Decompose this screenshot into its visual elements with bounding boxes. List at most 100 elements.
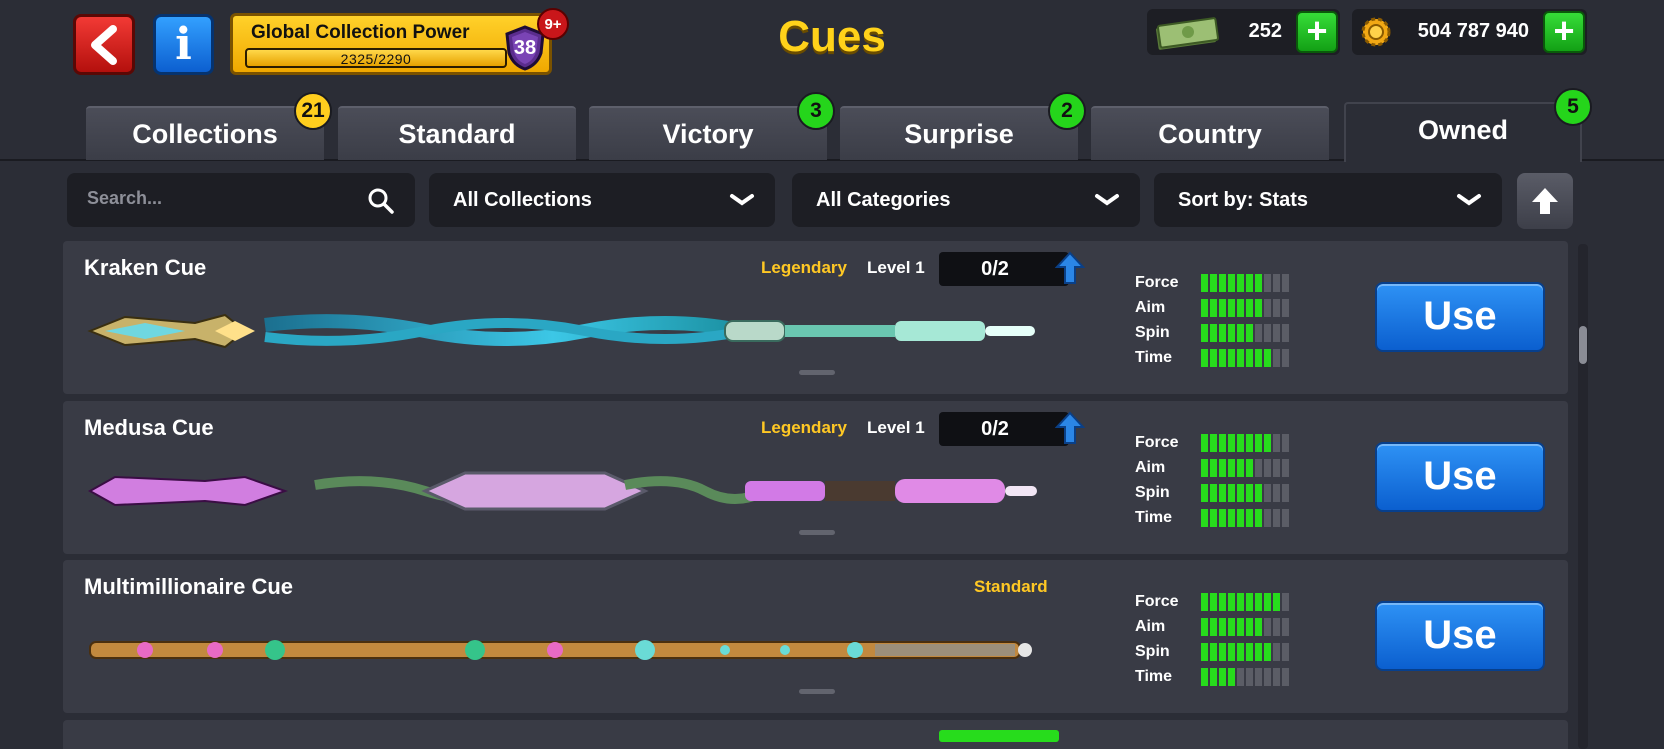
stat-segment — [1264, 509, 1271, 527]
search-box[interactable] — [67, 173, 415, 227]
stat-label: Time — [1135, 509, 1173, 526]
cue-list[interactable]: Kraken Cue Legendary Level 1 0/2 Force Aim — [0, 240, 1664, 749]
stat-segment — [1237, 618, 1244, 636]
upgrade-arrow-icon[interactable] — [1055, 411, 1085, 445]
add-coins-button[interactable]: + — [1543, 11, 1585, 53]
add-cash-button[interactable]: + — [1296, 11, 1338, 53]
list-item[interactable]: Kraken Cue Legendary Level 1 0/2 Force Aim — [63, 241, 1568, 394]
use-button[interactable]: Use — [1375, 601, 1545, 671]
stat-segment — [1255, 274, 1262, 292]
stat-segment — [1201, 299, 1208, 317]
stat-segment — [1228, 274, 1235, 292]
upgrade-arrow-icon[interactable] — [1055, 251, 1085, 285]
stat-segment — [1219, 324, 1226, 342]
piece-progress-bar — [939, 730, 1059, 742]
collections-dropdown[interactable]: All Collections — [429, 173, 775, 227]
back-arrow-icon — [91, 24, 117, 65]
cue-name: Multimillionaire Cue — [84, 574, 294, 599]
sort-direction-button[interactable] — [1517, 173, 1573, 229]
stat-label: Spin — [1135, 324, 1170, 341]
scrollbar-thumb[interactable] — [1579, 326, 1587, 364]
stat-label: Spin — [1135, 484, 1170, 501]
cue-image — [85, 461, 1045, 526]
plus-icon: + — [1553, 10, 1575, 51]
stat-segment — [1273, 643, 1280, 661]
use-button[interactable]: Use — [1375, 442, 1545, 512]
back-button[interactable] — [73, 14, 135, 75]
stat-label: Force — [1135, 593, 1179, 610]
stat-segment — [1282, 299, 1289, 317]
stat-bar-time — [1201, 509, 1289, 527]
stat-segment — [1255, 484, 1262, 502]
drag-handle[interactable] — [799, 370, 835, 375]
stat-label: Aim — [1135, 299, 1166, 316]
stat-segment — [1237, 299, 1244, 317]
list-item[interactable]: Medusa Cue Legendary Level 1 0/2 Force Aim — [63, 401, 1568, 554]
coin-value: 504 787 940 — [1417, 20, 1529, 42]
tab-surprise[interactable]: Surprise 2 — [840, 92, 1086, 160]
tab-victory[interactable]: Victory 3 — [589, 92, 835, 160]
stat-segment — [1201, 484, 1208, 502]
stat-segment — [1210, 593, 1217, 611]
cash-value: 252 — [1248, 20, 1282, 42]
stat-segment — [1210, 324, 1217, 342]
stat-segment — [1210, 274, 1217, 292]
list-item[interactable]: Multimillionaire Cue Standard Force Aim — [63, 560, 1568, 713]
search-icon[interactable] — [367, 187, 395, 215]
stat-segment — [1201, 349, 1208, 367]
stat-segment — [1219, 484, 1226, 502]
stat-segment — [1219, 593, 1226, 611]
drag-handle[interactable] — [799, 530, 835, 535]
search-input[interactable] — [87, 188, 357, 209]
stat-segment — [1246, 434, 1253, 452]
stat-segment — [1264, 668, 1271, 686]
tab-collections[interactable]: Collections 21 — [86, 92, 332, 160]
stat-segment — [1255, 434, 1262, 452]
stat-segment — [1264, 618, 1271, 636]
tab-owned[interactable]: Owned 5 — [1344, 88, 1592, 162]
notification-badge: 9+ — [537, 8, 569, 40]
stat-segment — [1282, 434, 1289, 452]
stat-segment — [1246, 274, 1253, 292]
stat-segment — [1273, 459, 1280, 477]
sort-dropdown[interactable]: Sort by: Stats — [1154, 173, 1502, 227]
stat-label: Time — [1135, 668, 1173, 685]
tab-label: Surprise — [904, 119, 1014, 149]
stat-segment — [1228, 299, 1235, 317]
tab-badge: 3 — [797, 92, 835, 130]
stat-segment — [1282, 324, 1289, 342]
stat-segment — [1264, 324, 1271, 342]
stat-segment — [1273, 349, 1280, 367]
stat-segment — [1282, 274, 1289, 292]
categories-dropdown[interactable]: All Categories — [792, 173, 1140, 227]
tab-label: Country — [1158, 119, 1262, 149]
drag-handle[interactable] — [799, 689, 835, 694]
stat-segment — [1201, 668, 1208, 686]
stat-bar-force — [1201, 593, 1289, 611]
list-scrollbar[interactable] — [1578, 244, 1588, 749]
stat-segment — [1210, 618, 1217, 636]
use-button[interactable]: Use — [1375, 282, 1545, 352]
info-button[interactable]: i — [153, 14, 214, 75]
category-tabs: Collections 21 Standard Victory 3 Surprise 2 Co… — [0, 88, 1664, 162]
cash-balance: 252 + — [1147, 9, 1340, 55]
stat-segment — [1273, 484, 1280, 502]
stat-bar-spin — [1201, 643, 1289, 661]
stat-segment — [1201, 509, 1208, 527]
stat-segment — [1210, 299, 1217, 317]
collection-power-panel[interactable]: Global Collection Power 2325/2290 38 — [230, 13, 552, 75]
stat-bar-time — [1201, 668, 1289, 686]
tab-country[interactable]: Country — [1091, 106, 1329, 160]
collections-dropdown-label: All Collections — [453, 189, 592, 211]
stat-label: Spin — [1135, 643, 1170, 660]
stat-segment — [1228, 459, 1235, 477]
cue-name: Kraken Cue — [84, 255, 207, 280]
page-title: Cues — [778, 12, 886, 61]
tab-label: Owned — [1417, 115, 1508, 145]
stat-segment — [1255, 593, 1262, 611]
stat-segment — [1255, 509, 1262, 527]
stat-segment — [1219, 459, 1226, 477]
stat-segment — [1246, 618, 1253, 636]
stat-segment — [1201, 274, 1208, 292]
tab-standard[interactable]: Standard — [338, 106, 576, 160]
